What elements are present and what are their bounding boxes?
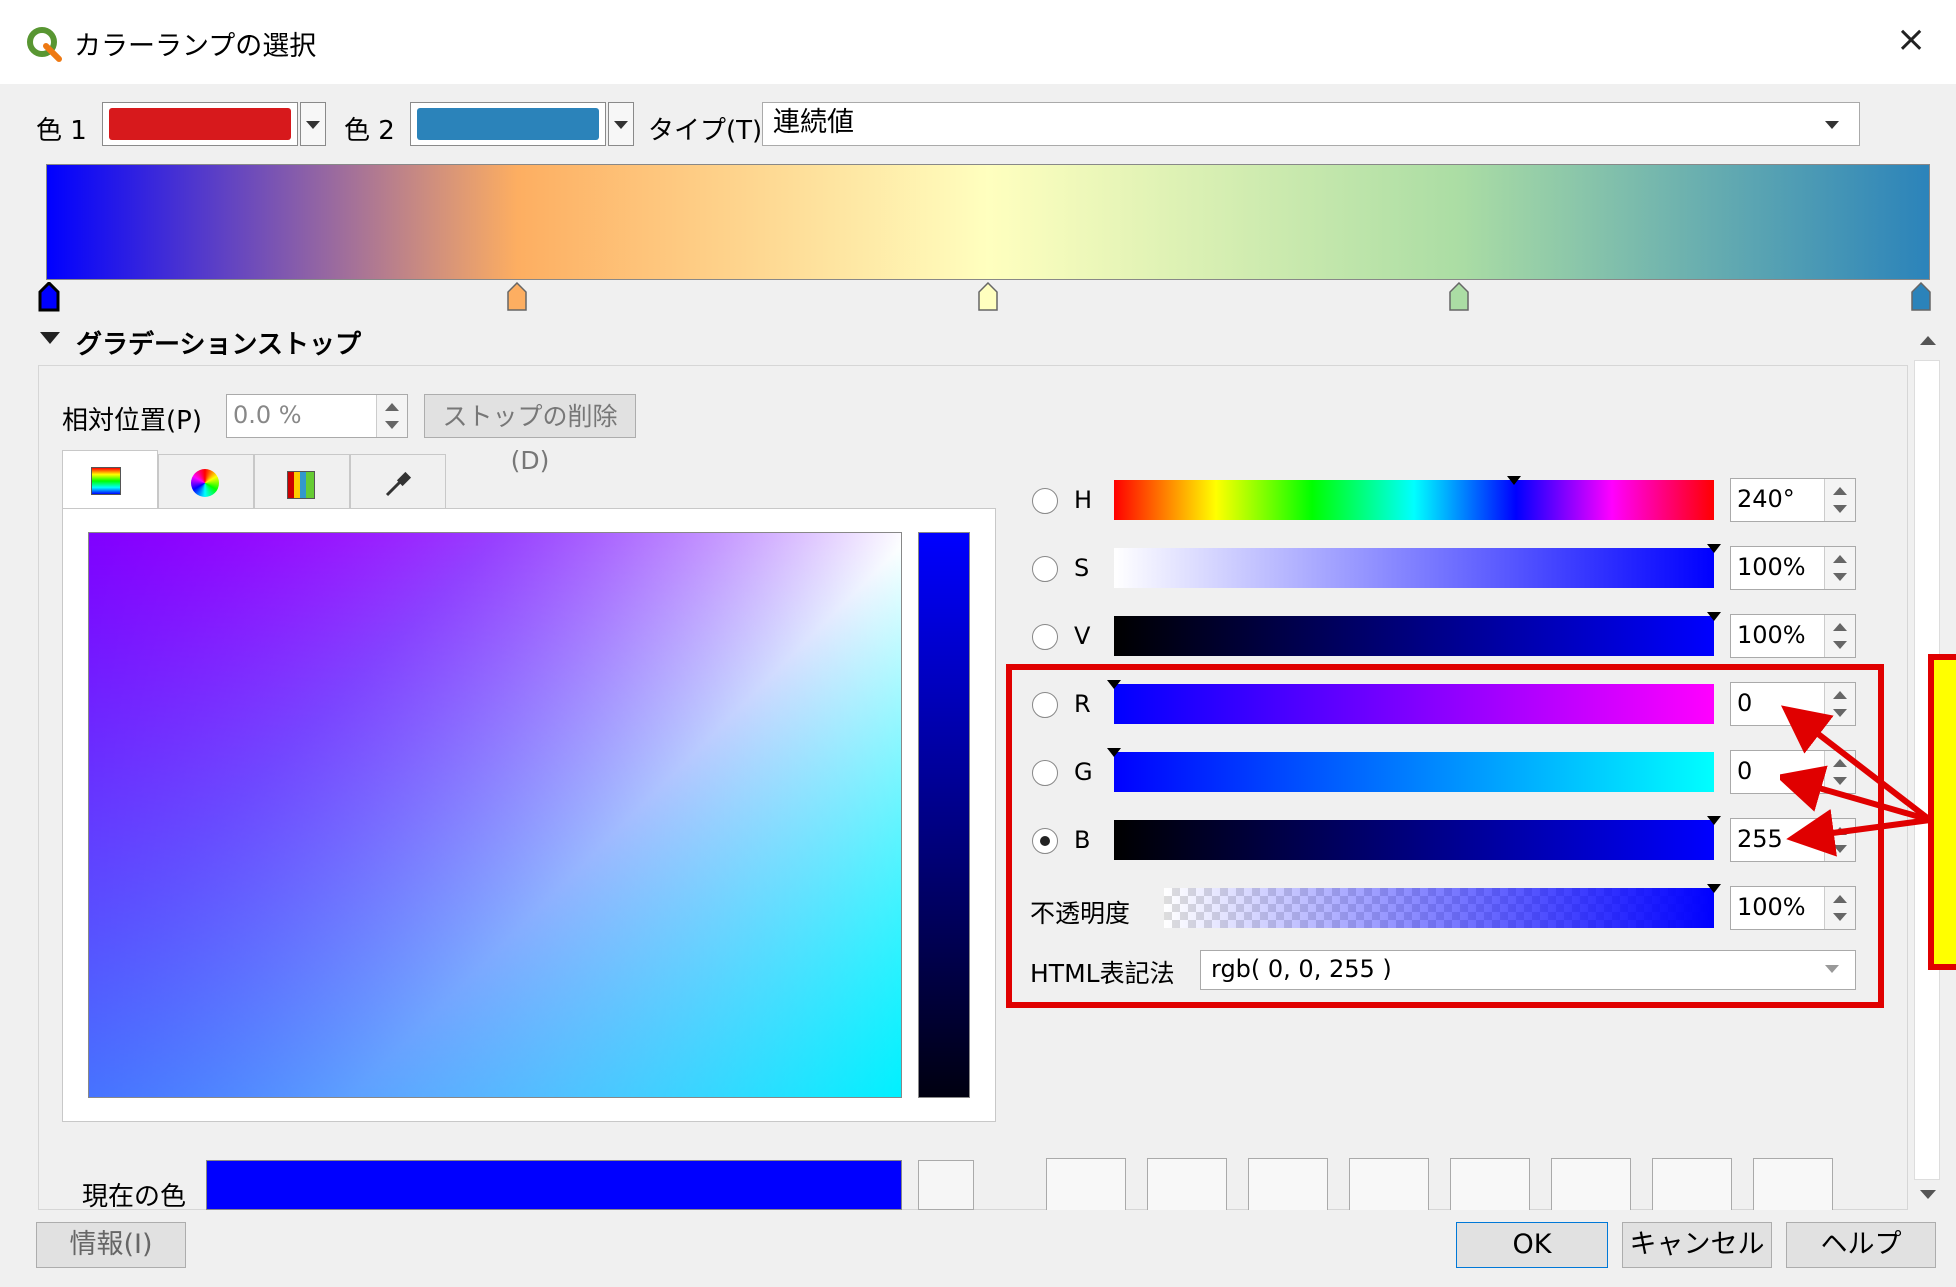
chevron-down-icon (1825, 121, 1839, 129)
spinbox-value-v: 100% (1737, 621, 1806, 649)
annotation-highlight-box (1006, 664, 1884, 1008)
tab-swatch-grid[interactable] (254, 454, 350, 512)
slider-handle-h[interactable] (1507, 476, 1522, 485)
gradient-stop-marker[interactable] (977, 282, 999, 312)
channel-label-v: V (1074, 622, 1091, 650)
swatch-grid-tab-icon (287, 471, 315, 499)
current-color-swatch (206, 1160, 902, 1210)
spin-arrows-icon[interactable] (1824, 615, 1855, 657)
type-select[interactable]: 連続値 (762, 102, 1860, 146)
gradient-stop-marker[interactable] (1910, 282, 1932, 312)
color2-dropdown-button[interactable] (608, 102, 634, 146)
color-swatch-slot[interactable] (1349, 1158, 1429, 1216)
color1-button[interactable] (102, 102, 298, 146)
color-swatch-slot[interactable] (1450, 1158, 1530, 1216)
slider-s[interactable] (1114, 548, 1714, 588)
relative-position-input[interactable]: 0.0 % (226, 394, 408, 438)
color2-swatch (417, 108, 599, 140)
qgis-logo-icon (27, 27, 62, 62)
annotation-arrows (1780, 705, 1932, 857)
help-button[interactable]: ヘルプ (1786, 1222, 1936, 1268)
gradient-stops-heading: グラデーションストップ (76, 330, 361, 360)
scroll-up-icon[interactable] (1920, 336, 1936, 345)
relative-position-value: 0.0 % (233, 401, 302, 429)
color-swatch-slot[interactable] (1551, 1158, 1631, 1216)
chevron-down-icon (614, 121, 628, 129)
color-swatch-slot[interactable] (1147, 1158, 1227, 1216)
slider-v[interactable] (1114, 616, 1714, 656)
slider-handle-v[interactable] (1707, 612, 1721, 621)
tab-eyedropper[interactable] (350, 454, 446, 512)
current-color-label: 現在の色 (82, 1182, 187, 1212)
color-swatch-slot[interactable] (1753, 1158, 1833, 1216)
spin-arrows-icon[interactable] (1824, 547, 1855, 589)
slider-handle-s[interactable] (1707, 544, 1721, 553)
gradient-stop-marker[interactable] (506, 282, 528, 312)
channel-label-s: S (1074, 554, 1090, 582)
delete-stop-button[interactable]: ストップの削除(D) (424, 394, 636, 475)
close-icon[interactable]: × (1896, 20, 1926, 60)
collapse-triangle-icon[interactable] (40, 332, 60, 344)
type-select-value: 連続値 (773, 107, 854, 138)
color1-swatch (109, 108, 291, 140)
color-swatch-slot[interactable] (1248, 1158, 1328, 1216)
gradient-stop-marker[interactable] (38, 282, 60, 312)
spinbox-value-h: 240° (1737, 485, 1795, 513)
radio-h[interactable] (1032, 488, 1058, 514)
ramp-tab-icon (91, 467, 121, 495)
color1-label: 色 1 (36, 116, 87, 146)
spin-arrows-icon[interactable] (1824, 479, 1855, 521)
spinbox-value-s: 100% (1737, 553, 1806, 581)
wheel-tab-icon (191, 469, 219, 497)
tab-color-wheel[interactable] (158, 454, 254, 512)
gradient-ramp-preview[interactable] (46, 164, 1930, 280)
color1-dropdown-button[interactable] (300, 102, 326, 146)
tab-color-ramp[interactable] (62, 450, 158, 512)
radio-v[interactable] (1032, 624, 1058, 650)
spinbox-v[interactable]: 100% (1730, 614, 1856, 658)
info-button[interactable]: 情報(I) (36, 1222, 186, 1268)
gradient-stop-marker[interactable] (1448, 282, 1470, 312)
window-title: カラーランプの選択 (74, 31, 317, 62)
color-value-strip[interactable] (918, 532, 970, 1098)
color2-button[interactable] (410, 102, 606, 146)
color-swatch-slot[interactable] (1046, 1158, 1126, 1216)
slider-h[interactable] (1114, 480, 1714, 520)
color-swatch-slot[interactable] (1652, 1158, 1732, 1216)
spinbox-h[interactable]: 240° (1730, 478, 1856, 522)
color-menu-button[interactable] (918, 1160, 974, 1210)
relative-position-label: 相対位置(P) (62, 406, 202, 436)
ok-button[interactable]: OK (1456, 1222, 1608, 1268)
scroll-down-icon[interactable] (1920, 1190, 1936, 1199)
channel-label-h: H (1074, 486, 1093, 514)
spinbox-s[interactable]: 100% (1730, 546, 1856, 590)
type-label: タイプ(T) (648, 116, 763, 146)
color2-label: 色 2 (344, 116, 395, 146)
cancel-button[interactable]: キャンセル (1622, 1222, 1772, 1268)
radio-s[interactable] (1032, 556, 1058, 582)
eyedropper-tab-icon (385, 471, 412, 497)
chevron-down-icon (306, 121, 320, 129)
